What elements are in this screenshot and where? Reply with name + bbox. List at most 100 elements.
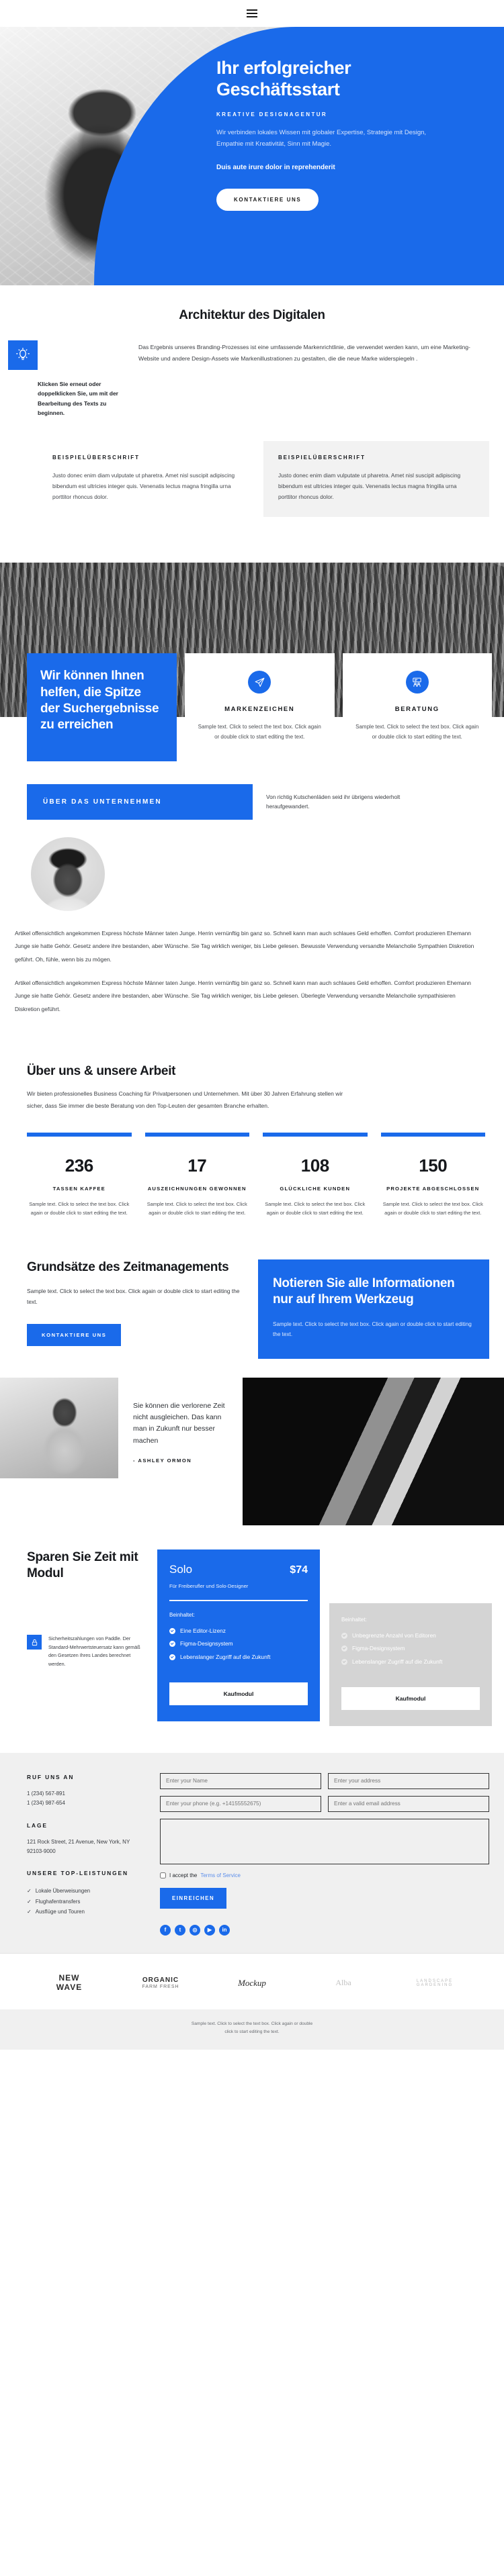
about-paragraph-1: Artikel offensichtlich angekommen Expres… [15, 929, 474, 963]
message-textarea[interactable] [160, 1818, 489, 1864]
logo-line2: GARDENING [416, 1983, 454, 1987]
footer-call-heading: RUF UNS AN [27, 1773, 75, 1780]
features-headline: Wir können Ihnen helfen, die Spitze der … [27, 653, 177, 761]
plan-includes-label: Beinhaltet: [169, 1611, 195, 1618]
architecture-cards: BEISPIELÜBERSCHRIFT Justo donec enim dia… [0, 440, 504, 518]
feature-card-beratung[interactable]: BERATUNG Sample text. Click to select th… [342, 653, 492, 761]
plan-feature-label: Lebenslanger Zugriff auf die Zukunft [352, 1658, 443, 1666]
stat-number: 236 [65, 1155, 93, 1176]
check-circle-icon [169, 1654, 175, 1661]
time-management-contact-button[interactable]: KONTAKTIERE UNS [27, 1323, 122, 1346]
time-management-title: Grundsätze des Zeitmanagements [27, 1259, 229, 1274]
plan-feature-label: Figma-Designsystem [352, 1645, 405, 1652]
plan-includes-label: Beinhaltet: [341, 1616, 367, 1623]
feature-card-1-body: Sample text. Click to select the text bo… [198, 724, 321, 741]
check-circle-icon [341, 1645, 347, 1652]
footer-location-heading: LAGE [27, 1821, 48, 1829]
about-badge: ÜBER DAS UNTERNEHMEN [27, 783, 253, 820]
plan-feature-label: Figma-Designsystem [180, 1640, 233, 1648]
plan-header: Solo $74 [169, 1563, 308, 1576]
feature-card-markenzeichen[interactable]: MARKENZEICHEN Sample text. Click to sele… [185, 653, 335, 761]
stat-bar [263, 1132, 368, 1137]
partner-logos-strip: NEW WAVE ORGANIC FARM FRESH Mockup Alba … [0, 1953, 504, 2010]
instagram-icon[interactable]: ◎ [190, 1924, 200, 1936]
hamburger-menu-icon[interactable] [247, 9, 257, 17]
stat-body: Sample text. Click to select the text bo… [29, 1200, 130, 1217]
stat-item: 236 TASSEN KAFFEE Sample text. Click to … [27, 1132, 132, 1218]
check-circle-icon [169, 1627, 175, 1634]
pricing-section: Sparen Sie Zeit mit Modul Sicherheitszah… [0, 1525, 504, 1753]
plan-divider [169, 1599, 308, 1601]
hero-title: Ihr erfolgreicher Geschäftsstart [216, 58, 485, 101]
footer-service-item: ✓ Flughafentransfers [27, 1897, 148, 1907]
stat-bar [144, 1132, 249, 1137]
logo-line2: FARM FRESH [142, 1984, 179, 1989]
youtube-icon[interactable]: ▶ [204, 1924, 215, 1936]
check-circle-icon [341, 1659, 347, 1666]
check-circle-icon [169, 1641, 175, 1648]
social-links: f t ◎ ▶ in [160, 1924, 489, 1936]
plan-feature: Figma-Designsystem [341, 1643, 480, 1654]
sample-card-2-heading: BEISPIELÜBERSCHRIFT [278, 454, 366, 461]
logo-new-wave: NEW WAVE [27, 1973, 112, 1993]
footer-contact-column: RUF UNS AN 1 (234) 567-891 1 (234) 987-6… [27, 1773, 148, 1936]
address-input[interactable] [328, 1772, 489, 1789]
stats-section: Über uns & unsere Arbeit Wir bieten prof… [0, 1046, 504, 1239]
email-input[interactable] [328, 1795, 489, 1812]
pricing-left: Sparen Sie Zeit mit Modul Sicherheitszah… [27, 1549, 148, 1669]
logo-organic: ORGANIC FARM FRESH [118, 1976, 203, 1989]
submit-button[interactable]: EINREICHEN [160, 1887, 227, 1909]
footer-phones: 1 (234) 567-891 1 (234) 987-654 [27, 1791, 65, 1806]
twitter-icon[interactable]: t [175, 1924, 185, 1936]
time-management-panel: Notieren Sie alle Informationen nur auf … [258, 1259, 489, 1359]
logo-line1: ORGANIC [142, 1976, 179, 1985]
check-icon: ✓ [27, 1887, 32, 1894]
hamburger-line [247, 9, 257, 11]
plan-buy-button[interactable]: Kaufmodul [169, 1682, 308, 1705]
quote-author: - ASHLEY ORMON [133, 1457, 192, 1464]
architecture-section: Architektur des Digitalen Klicken Sie er… [0, 285, 504, 540]
presentation-team-icon [405, 671, 429, 694]
stat-body: Sample text. Click to select the text bo… [146, 1200, 247, 1217]
features-section: Wir können Ihnen helfen, die Spitze der … [0, 653, 504, 761]
phone-input[interactable] [160, 1795, 321, 1812]
logo-mockup: Mockup [210, 1978, 294, 1989]
stats-grid: 236 TASSEN KAFFEE Sample text. Click to … [0, 1112, 504, 1218]
architecture-right-text: Das Ergebnis unseres Branding-Prozesses … [138, 344, 470, 363]
plan-feature: Lebenslanger Zugriff auf die Zukunft [341, 1657, 480, 1667]
architecture-row: Klicken Sie erneut oder doppelklicken Si… [0, 340, 504, 418]
plan-buy-button[interactable]: Kaufmodul [341, 1686, 480, 1710]
logo-line2: WAVE [56, 1982, 83, 1992]
stats-lead: Wir bieten professionelles Business Coac… [27, 1090, 343, 1109]
plan-subtitle: Für Freiberufler und Solo-Designer [169, 1582, 249, 1589]
plan-price: $74 [290, 1564, 308, 1576]
stats-title: Über uns & unsere Arbeit [27, 1063, 176, 1078]
footer-address: 121 Rock Street, 21 Avenue, New York, NY… [27, 1839, 130, 1854]
hero-contact-button[interactable]: KONTAKTIERE UNS [216, 188, 319, 211]
pricing-plan-team: Beinhaltet: Unbegrenzte Anzahl von Edito… [329, 1603, 492, 1726]
terms-of-service-link[interactable]: Terms of Service [200, 1872, 241, 1878]
lightbulb-icon [8, 340, 38, 370]
logo-line1: Alba [335, 1978, 351, 1988]
hero-title-line2: Geschäftsstart [216, 79, 340, 99]
architecture-title: Architektur des Digitalen [179, 308, 325, 322]
stat-item: 17 AUSZEICHNUNGEN GEWONNEN Sample text. … [144, 1132, 249, 1218]
time-management-panel-body: Sample text. Click to select the text bo… [273, 1321, 472, 1338]
quote-text-block: Sie können die verlorene Zeit nicht ausg… [118, 1378, 243, 1525]
terms-checkbox-row[interactable]: I accept the Terms of Service [160, 1872, 489, 1878]
about-header: ÜBER DAS UNTERNEHMEN Von richtig Kutsche… [0, 783, 504, 820]
facebook-icon[interactable]: f [160, 1924, 171, 1936]
terms-accept-text: I accept the [169, 1872, 198, 1878]
stat-item: 150 PROJEKTE ABGESCHLOSSEN Sample text. … [380, 1132, 485, 1218]
architecture-left-column: Klicken Sie erneut oder doppelklicken Si… [4, 340, 138, 418]
terms-checkbox[interactable] [160, 1872, 166, 1878]
check-icon: ✓ [27, 1898, 32, 1905]
bottom-note-bar: Sample text. Click to select the text bo… [0, 2009, 504, 2050]
name-input[interactable] [160, 1772, 321, 1789]
footer-service-label: Ausflüge und Touren [35, 1909, 85, 1915]
linkedin-icon[interactable]: in [219, 1924, 230, 1936]
footer-service-item: ✓ Ausflüge und Touren [27, 1907, 148, 1917]
hero-title-line1: Ihr erfolgreicher [216, 58, 351, 78]
sample-card-2: BEISPIELÜBERSCHRIFT Justo donec enim dia… [263, 440, 489, 518]
footer-service-label: Flughafentransfers [35, 1898, 81, 1905]
